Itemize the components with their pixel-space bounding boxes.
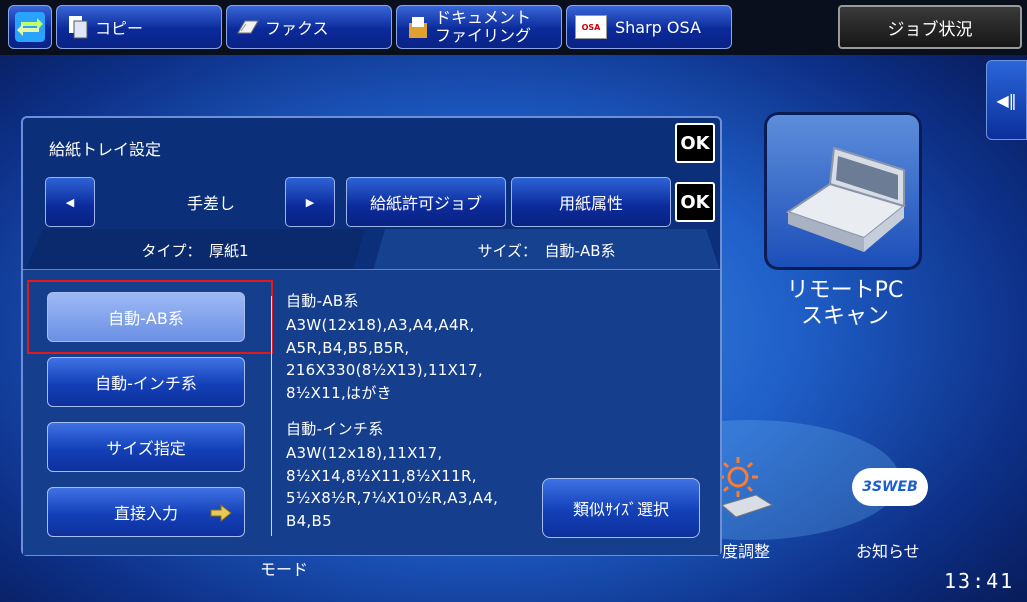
web-icon: 3SWEB [852, 468, 928, 506]
direct-input-label: 直接入力 [113, 504, 178, 523]
sharp-osa-label: Sharp OSA [615, 17, 701, 37]
next-tray-button[interactable]: ▶ [285, 177, 335, 227]
copy-icon [69, 16, 88, 39]
fax-icon [237, 20, 259, 34]
remote-pc-scan-label: リモートPC スキャン [760, 278, 930, 330]
ab-size-list: A3W(12x18),A3,A4,A4R, A5R,B4,B5,B5R, 216… [286, 316, 483, 402]
divider [271, 296, 272, 536]
fax-button[interactable]: ファクス [226, 5, 392, 49]
document-filing-icon [409, 17, 427, 38]
ok-button-secondary[interactable]: OK [675, 182, 715, 222]
panel-toggle-icon: ◀‖ [996, 90, 1017, 110]
inch-size-list: A3W(12x18),11X17, 8½X14,8½X11,8½X11R, 5½… [286, 444, 499, 530]
fax-label: ファクス [265, 19, 329, 38]
document-filing-line2: ファイリング [435, 26, 532, 45]
arrow-right-icon [210, 504, 232, 522]
home-screen-icon [15, 12, 45, 42]
top-toolbar: コピー ファクス ドキュメント ファイリング OSA Sharp OSA ジョブ… [0, 0, 1027, 55]
remote-pc-scan-tile[interactable] [764, 112, 922, 270]
tray-name: 手差し [186, 194, 235, 213]
sharp-osa-button[interactable]: OSA Sharp OSA [566, 5, 732, 49]
home-button[interactable] [8, 5, 52, 49]
dialog-title: 給紙トレイ設定 [49, 140, 162, 159]
ab-heading: 自動-AB系 [286, 292, 359, 310]
arrow-right-icon: ▶ [305, 195, 315, 209]
tab-type[interactable]: タイプ： 厚紙1 [25, 229, 365, 271]
side-panel-tab[interactable]: ◀‖ [986, 60, 1027, 140]
option-direct-input[interactable]: 直接入力 [47, 487, 245, 537]
similar-size-select-button[interactable]: 類似ｻｲｽﾞ選択 [542, 478, 700, 538]
notice-label: お知らせ [856, 542, 920, 561]
clock: 13:41 [944, 569, 1015, 593]
prev-tray-button[interactable]: ◀ [45, 177, 95, 227]
allowed-jobs-button[interactable]: 給紙許可ジョブ [346, 177, 506, 227]
option-auto-ab[interactable]: 自動-AB系 [47, 292, 245, 342]
brightness-label: 度調整 [722, 542, 771, 561]
scanner-icon [785, 146, 907, 252]
option-size-specify[interactable]: サイズ指定 [47, 422, 245, 472]
brightness-icon [718, 457, 774, 518]
paper-attributes-button[interactable]: 用紙属性 [511, 177, 671, 227]
paper-tray-settings-dialog: 給紙トレイ設定 OK ◀ 手差し ▶ 給紙許可ジョブ 用紙属性 OK タイプ： … [21, 116, 722, 556]
copy-button[interactable]: コピー [56, 5, 222, 49]
mode-label: モード [260, 560, 309, 579]
job-status-button[interactable]: ジョブ状況 [838, 5, 1022, 49]
document-filing-button[interactable]: ドキュメント ファイリング [396, 5, 562, 49]
tab-size[interactable]: サイズ： 自動-AB系 [373, 229, 720, 271]
arrow-left-icon: ◀ [65, 195, 75, 209]
document-filing-line1: ドキュメント [435, 8, 532, 27]
osa-icon: OSA [575, 15, 607, 39]
copy-label: コピー [95, 19, 144, 38]
inch-heading: 自動-インチ系 [286, 420, 384, 438]
remote-scan-line1: リモートPC [786, 278, 904, 303]
remote-scan-line2: スキャン [800, 304, 889, 329]
document-filing-label: ドキュメント ファイリング [435, 9, 531, 45]
size-panel: 自動-AB系 自動-インチ系 サイズ指定 直接入力 自動-AB系 A3W(12x… [23, 269, 720, 555]
option-auto-inch[interactable]: 自動-インチ系 [47, 357, 245, 407]
ok-button[interactable]: OK [675, 123, 715, 163]
